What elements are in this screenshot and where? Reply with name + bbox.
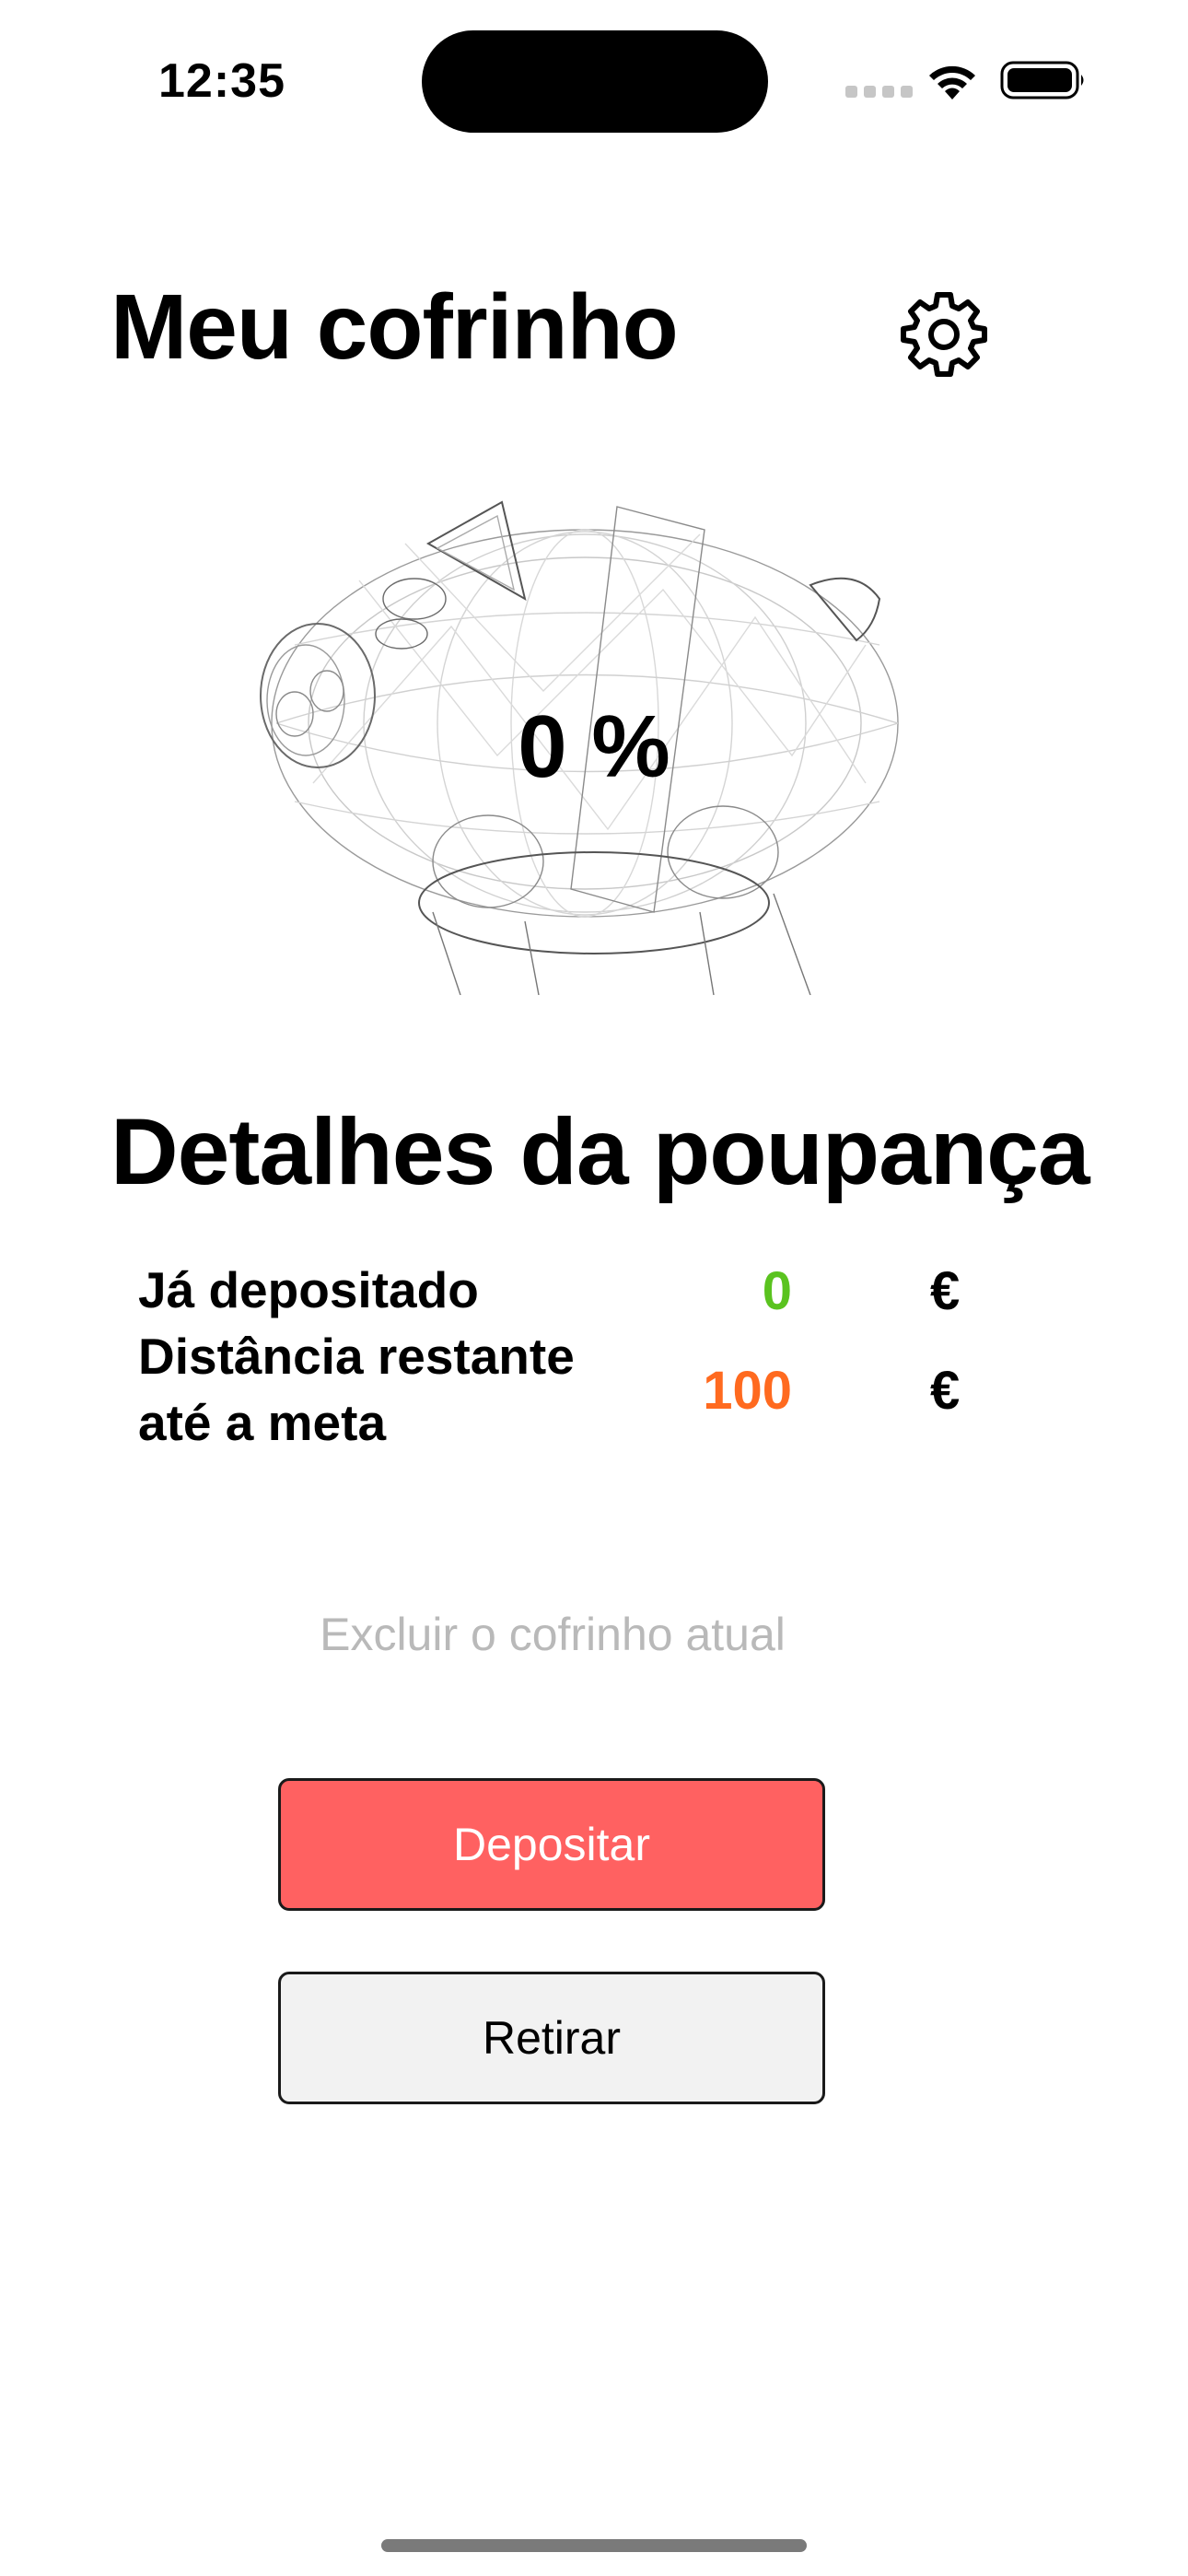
- delete-piggy-bank-link[interactable]: Excluir o cofrinho atual: [276, 1608, 829, 1661]
- deposited-value: 0: [762, 1261, 792, 1321]
- withdraw-button[interactable]: Retirar: [278, 1972, 825, 2104]
- battery-icon: [1000, 61, 1084, 100]
- remaining-unit: €: [930, 1361, 961, 1421]
- home-indicator[interactable]: [381, 2539, 807, 2552]
- remaining-value: 100: [703, 1361, 792, 1421]
- deposited-unit: €: [930, 1261, 961, 1321]
- gear-icon[interactable]: [898, 287, 990, 380]
- cellular-signal-icon: [845, 86, 913, 98]
- page-title: Meu cofrinho: [111, 275, 679, 379]
- wifi-icon: [929, 65, 975, 100]
- savings-progress-percent: 0 %: [518, 697, 670, 796]
- status-time: 12:35: [158, 54, 285, 108]
- dynamic-island: [422, 30, 768, 133]
- savings-details-title: Detalhes da poupança: [111, 1099, 1090, 1204]
- deposit-button[interactable]: Depositar: [278, 1778, 825, 1911]
